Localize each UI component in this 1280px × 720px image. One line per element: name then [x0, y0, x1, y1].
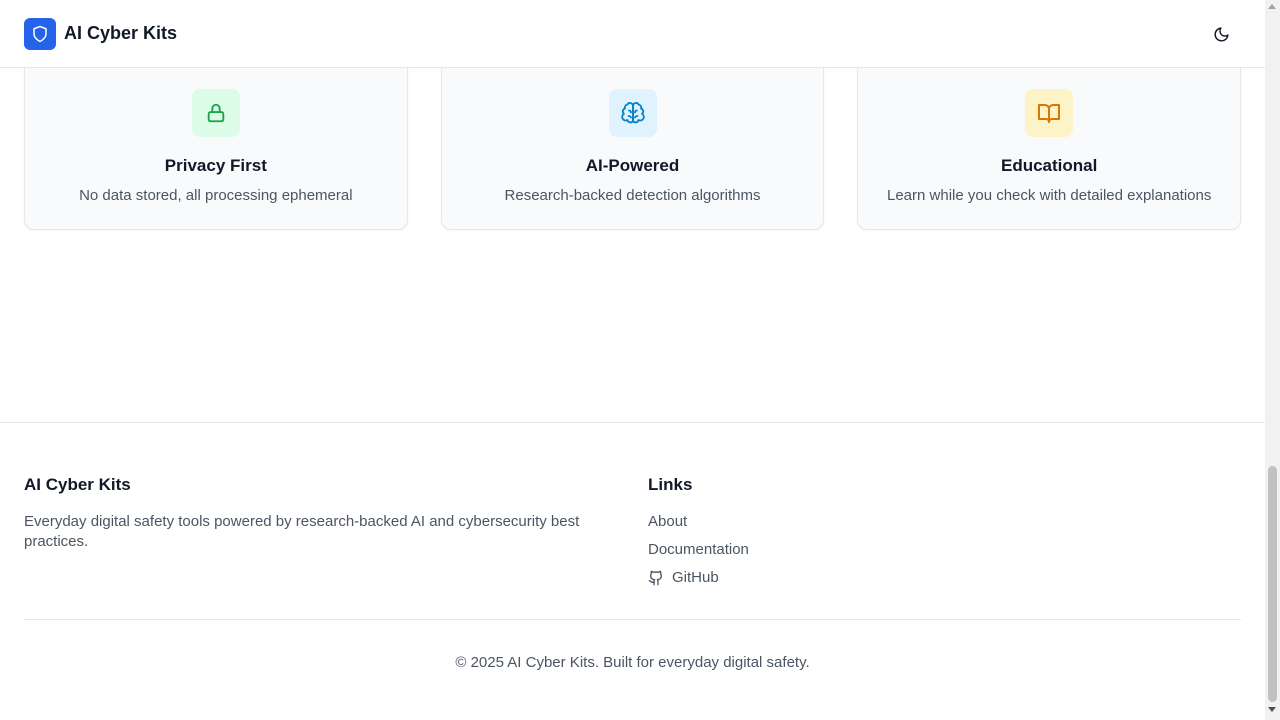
feature-card-privacy: Privacy First No data stored, all proces…	[24, 58, 408, 230]
brain-icon	[620, 101, 645, 125]
feature-title: Privacy First	[164, 156, 267, 175]
feature-card-educational: Educational Learn while you check with d…	[857, 58, 1242, 230]
vertical-scrollbar[interactable]	[1265, 0, 1280, 720]
feature-icon-wrapper	[608, 89, 657, 137]
lock-icon	[205, 102, 227, 124]
scroll-down-arrow-icon[interactable]	[1268, 707, 1276, 712]
feature-icon-wrapper	[191, 89, 240, 137]
feature-title: Educational	[1001, 156, 1098, 175]
feature-description: Learn while you check with detailed expl…	[886, 187, 1212, 204]
feature-cards: Privacy First No data stored, all proces…	[24, 58, 1242, 230]
site-footer: AI Cyber Kits Everyday digital safety to…	[0, 422, 1265, 720]
footer-brand: AI Cyber Kits	[24, 475, 131, 494]
footer-divider	[24, 619, 1241, 620]
moon-icon	[1213, 26, 1230, 43]
page-viewport: AI Cyber Kits Privacy First No data stor	[0, 0, 1265, 720]
scroll-up-arrow-icon[interactable]	[1268, 4, 1276, 9]
logo[interactable]	[24, 17, 56, 50]
copyright-text: © 2025 AI Cyber Kits. Built for everyday…	[455, 654, 810, 671]
footer-tagline: Everyday digital safety tools powered by…	[24, 513, 580, 550]
feature-title: AI-Powered	[585, 156, 680, 175]
feature-icon-wrapper	[1025, 89, 1074, 137]
book-open-icon	[1037, 101, 1061, 125]
footer-link-about[interactable]: About	[648, 513, 687, 530]
github-icon	[648, 570, 664, 586]
feature-card-ai: AI-Powered Research-backed detection alg…	[440, 58, 825, 230]
link-label: GitHub	[672, 569, 719, 586]
feature-description: No data stored, all processing ephemeral	[79, 187, 353, 204]
feature-description: Research-backed detection algorithms	[504, 187, 761, 204]
scrollbar-thumb[interactable]	[1268, 466, 1277, 702]
brand-name[interactable]: AI Cyber Kits	[64, 23, 177, 44]
footer-links-heading: Links	[648, 475, 693, 494]
link-label: Documentation	[648, 541, 749, 558]
shield-icon	[31, 25, 49, 43]
top-navbar: AI Cyber Kits	[0, 0, 1265, 68]
theme-toggle-button[interactable]	[1209, 22, 1233, 46]
footer-link-documentation[interactable]: Documentation	[648, 541, 749, 558]
link-label: About	[648, 513, 688, 530]
footer-link-github[interactable]: GitHub	[648, 569, 719, 586]
